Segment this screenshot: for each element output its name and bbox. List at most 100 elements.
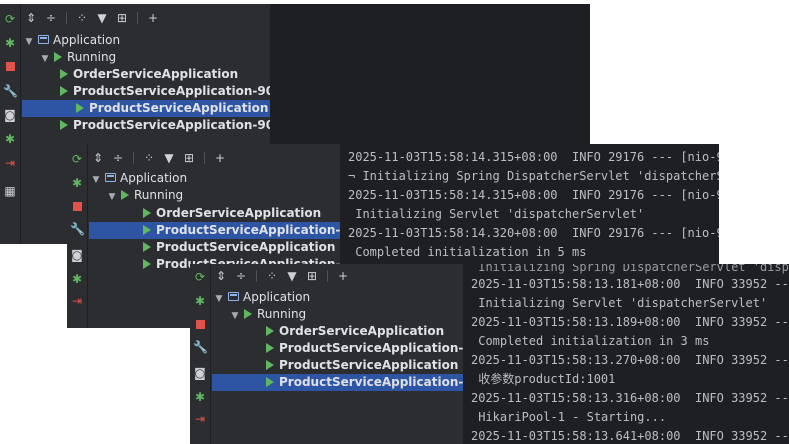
console-line: Completed initialization in 5 ms — [348, 245, 587, 259]
debug-icon[interactable]: ✱ — [3, 36, 17, 50]
settings-wrench-icon[interactable]: 🔧 — [3, 84, 18, 98]
console-line: Initializing Servlet 'dispatcherServlet' — [348, 207, 645, 221]
group-by-icon[interactable]: ⁘ — [265, 268, 279, 284]
console-line: 2025-11-03T15:58:13.189+08:00 INFO 33952… — [471, 315, 789, 329]
services-panel-3: ⟳ ✱ 🔧 ◙ ✱ ⇥ ⇕ ÷ ⁘ ▼ ⊞ + ▼ Application ▼ Ru… — [190, 264, 463, 444]
tree-item[interactable]: ProductServiceApplication-9091 — [266, 340, 463, 357]
console-line: 2025-11-03T15:58:14.315+08:00 INFO 29176… — [348, 150, 719, 164]
bug-icon[interactable]: ✱ — [70, 272, 84, 286]
settings-wrench-icon[interactable]: 🔧 — [193, 340, 208, 354]
run-icon — [76, 102, 84, 113]
services-sidebar: ⟳ ✱ 🔧 ◙ ✱ ⇥ — [67, 144, 88, 328]
console-line: HikariPool-1 - Starting... — [471, 410, 667, 424]
console-1-background — [270, 4, 590, 144]
tree-item-selected[interactable]: ProductServiceApplication — [22, 100, 270, 117]
run-icon — [54, 51, 62, 62]
run-icon — [60, 85, 68, 96]
run-icon — [266, 376, 274, 387]
layout-icon[interactable]: ▦ — [3, 184, 17, 198]
chevron-down-icon[interactable]: ▼ — [230, 308, 240, 325]
rerun-icon[interactable]: ⟳ — [193, 270, 207, 284]
debug-icon[interactable]: ✱ — [193, 294, 207, 308]
expand-all-icon[interactable]: ⇕ — [91, 150, 105, 166]
filter-icon[interactable]: ▼ — [285, 268, 299, 284]
settings-wrench-icon[interactable]: 🔧 — [70, 222, 85, 236]
tree-item-selected[interactable]: ProductServiceApplication-9091 — [89, 222, 340, 239]
new-tab-icon[interactable]: ⊞ — [115, 10, 129, 26]
run-icon — [60, 68, 68, 79]
run-icon — [60, 119, 68, 130]
tree-root[interactable]: ▼ Application — [24, 32, 121, 51]
services-sidebar: ⟳ ✱ 🔧 ◙ ✱ ⇥ ▦ — [0, 4, 21, 244]
tree-root[interactable]: ▼ Application — [91, 170, 188, 189]
tree-root[interactable]: ▼ Application — [214, 289, 311, 308]
services-toolbar: ⇕ ÷ ⁘ ▼ ⊞ + — [214, 268, 350, 284]
tree-group-running[interactable]: ▼ Running — [230, 306, 307, 325]
exit-icon[interactable]: ⇥ — [193, 412, 207, 426]
chevron-down-icon[interactable]: ▼ — [91, 172, 101, 189]
tree-item[interactable]: ProductServiceApplication — [266, 357, 458, 374]
stop-icon[interactable] — [70, 200, 84, 214]
run-icon — [266, 325, 274, 336]
console-line: Completed initialization in 3 ms — [471, 334, 710, 348]
tree-group-running[interactable]: ▼ Running — [40, 49, 117, 66]
tree-item[interactable]: ProductServiceApplication-9092 — [44, 117, 270, 134]
console-panel-3: Initializing Spring DispatcherServlet 'd… — [463, 264, 789, 444]
run-icon — [266, 342, 274, 353]
exit-icon[interactable]: ⇥ — [70, 294, 84, 308]
run-icon — [244, 308, 252, 319]
stop-icon[interactable] — [3, 60, 17, 74]
console-line: 2025-11-03T15:58:14.320+08:00 INFO 29176… — [348, 226, 719, 240]
run-icon — [121, 189, 129, 200]
tree-group-running[interactable]: ▼ Running — [107, 187, 184, 206]
chevron-down-icon[interactable]: ▼ — [24, 34, 34, 51]
console-line: 2025-11-03T15:58:13.641+08:00 INFO 33952… — [471, 429, 789, 443]
run-icon — [143, 258, 151, 269]
tree-item-selected[interactable]: ProductServiceApplication-9092 — [212, 374, 463, 391]
chevron-down-icon[interactable]: ▼ — [214, 291, 224, 308]
collapse-all-icon[interactable]: ÷ — [234, 268, 248, 284]
collapse-all-icon[interactable]: ÷ — [111, 150, 125, 166]
application-icon — [105, 173, 116, 182]
services-toolbar: ⇕ ÷ ⁘ ▼ ⊞ + — [91, 150, 227, 166]
screenshot-icon[interactable]: ◙ — [3, 108, 17, 122]
tree-item[interactable]: OrderServiceApplication — [143, 205, 321, 222]
group-by-icon[interactable]: ⁘ — [75, 10, 89, 26]
exit-icon[interactable]: ⇥ — [3, 156, 17, 170]
filter-icon[interactable]: ▼ — [95, 10, 109, 26]
expand-all-icon[interactable]: ⇕ — [24, 10, 38, 26]
chevron-down-icon[interactable]: ▼ — [107, 189, 117, 206]
add-service-icon[interactable]: + — [213, 150, 227, 166]
add-service-icon[interactable]: + — [336, 268, 350, 284]
add-service-icon[interactable]: + — [146, 10, 160, 26]
run-icon — [143, 224, 151, 235]
screenshot-icon[interactable]: ◙ — [193, 366, 207, 380]
collapse-all-icon[interactable]: ÷ — [44, 10, 58, 26]
rerun-icon[interactable]: ⟳ — [70, 152, 84, 166]
screenshot-icon[interactable]: ◙ — [70, 248, 84, 262]
run-icon — [143, 241, 151, 252]
tree-item[interactable]: ProductServiceApplication-9091 — [44, 83, 270, 100]
rerun-icon[interactable]: ⟳ — [3, 12, 17, 26]
new-tab-icon[interactable]: ⊞ — [305, 268, 319, 284]
application-icon — [38, 35, 49, 44]
console-line: 2025-11-03T15:58:13.181+08:00 INFO 33952… — [471, 277, 789, 291]
tree-item[interactable]: OrderServiceApplication — [266, 323, 444, 340]
console-panel-2: 2025-11-03T15:58:14.315+08:00 INFO 29176… — [340, 144, 719, 264]
console-line: Initializing Servlet 'dispatcherServlet' — [471, 296, 768, 310]
new-tab-icon[interactable]: ⊞ — [182, 150, 196, 166]
debug-icon[interactable]: ✱ — [70, 176, 84, 190]
application-icon — [228, 292, 239, 301]
expand-all-icon[interactable]: ⇕ — [214, 268, 228, 284]
run-icon — [143, 207, 151, 218]
stop-icon[interactable] — [193, 318, 207, 332]
console-line: 收参数productId:1001 — [471, 372, 616, 386]
tree-item[interactable]: ProductServiceApplication — [143, 239, 335, 256]
group-by-icon[interactable]: ⁘ — [142, 150, 156, 166]
tree-item[interactable]: OrderServiceApplication — [44, 66, 270, 83]
filter-icon[interactable]: ▼ — [162, 150, 176, 166]
bug-icon[interactable]: ✱ — [193, 390, 207, 404]
console-line: 2025-11-03T15:58:14.315+08:00 INFO 29176… — [348, 188, 719, 202]
console-line: 2025-11-03T15:58:13.270+08:00 INFO 33952… — [471, 353, 789, 367]
bug-icon[interactable]: ✱ — [3, 132, 17, 146]
